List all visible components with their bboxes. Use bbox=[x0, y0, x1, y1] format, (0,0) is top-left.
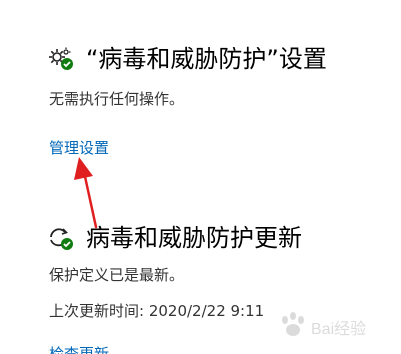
section-title-threat-settings: “病毒和威胁防护”设置 bbox=[86, 45, 327, 73]
check-updates-link-label: 检查更新 bbox=[49, 345, 110, 354]
watermark-logo: Bai经验 bbox=[282, 312, 366, 338]
last-update-text: 上次更新时间: 2020/2/22 9:11 bbox=[49, 302, 265, 320]
section-title-threat-updates: 病毒和威胁防护更新 bbox=[86, 224, 302, 252]
definitions-status-text: 保护定义已是最新。 bbox=[49, 266, 185, 284]
refresh-check-icon bbox=[50, 228, 73, 250]
check-updates-link[interactable]: 检查更新 bbox=[49, 344, 129, 354]
gear-check-icon bbox=[49, 47, 73, 70]
settings-status-text: 无需执行任何操作。 bbox=[49, 90, 185, 108]
watermark-text: Bai经验 bbox=[311, 320, 366, 338]
manage-settings-link[interactable]: 管理设置 bbox=[49, 138, 109, 158]
